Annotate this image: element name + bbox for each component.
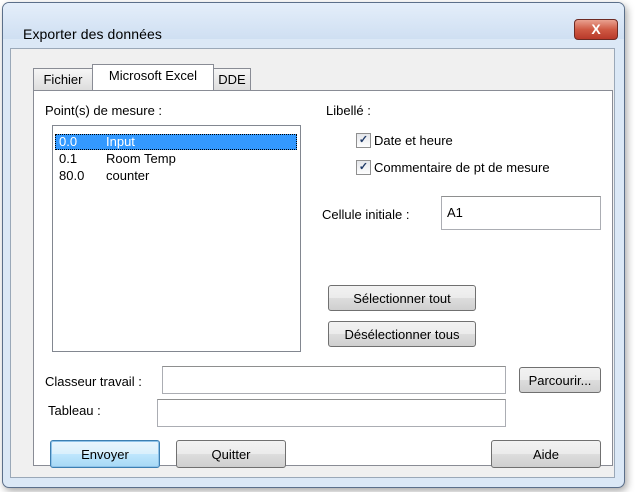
deselect-all-button[interactable]: Désélectionner tous [328, 321, 476, 347]
send-button[interactable]: Envoyer [50, 440, 160, 468]
list-item[interactable]: 80.0 counter [55, 168, 297, 184]
help-button[interactable]: Aide [491, 440, 601, 468]
check-icon: ✓ [358, 134, 369, 146]
cell-input[interactable] [441, 196, 601, 230]
tab-label: Microsoft Excel [108, 68, 198, 83]
point-number: 0.1 [59, 151, 78, 166]
date-checkbox-label: Date et heure [374, 133, 453, 148]
title-bar: Exporter des données X [3, 3, 624, 42]
sheet-label: Tableau : [48, 403, 101, 418]
point-number: 0.0 [59, 134, 78, 149]
workbook-label: Classeur travail : [45, 374, 142, 389]
comment-checkbox[interactable]: ✓ [356, 160, 371, 175]
window-title: Exporter des données [23, 26, 162, 42]
point-number: 80.0 [59, 168, 85, 183]
point-name: Room Temp [106, 151, 176, 166]
points-listbox[interactable]: 0.0 Input 0.1 Room Temp 80.0 counter [52, 125, 301, 352]
check-icon: ✓ [358, 161, 369, 173]
browse-button[interactable]: Parcourir... [519, 367, 601, 393]
list-item[interactable]: 0.0 Input [55, 134, 297, 150]
close-icon: X [591, 21, 601, 37]
tab-dde[interactable]: DDE [213, 68, 251, 91]
list-item[interactable]: 0.1 Room Temp [55, 151, 297, 167]
select-all-button[interactable]: Sélectionner tout [328, 285, 476, 311]
libelle-label: Libellé : [326, 103, 371, 118]
tab-microsoft-excel[interactable]: Microsoft Excel [92, 64, 214, 90]
close-button[interactable]: X [574, 19, 618, 40]
points-label: Point(s) de mesure : [45, 103, 163, 118]
comment-checkbox-label: Commentaire de pt de mesure [374, 160, 550, 175]
tab-fichier[interactable]: Fichier [33, 68, 93, 91]
tab-label: DDE [218, 72, 246, 87]
point-name: Input [106, 134, 135, 149]
quit-button[interactable]: Quitter [176, 440, 286, 468]
sheet-input[interactable] [157, 399, 506, 427]
date-checkbox[interactable]: ✓ [356, 133, 371, 148]
point-name: counter [106, 168, 150, 183]
tab-label: Fichier [43, 72, 83, 87]
cell-label: Cellule initiale : [322, 207, 410, 222]
workbook-input[interactable] [162, 366, 506, 394]
